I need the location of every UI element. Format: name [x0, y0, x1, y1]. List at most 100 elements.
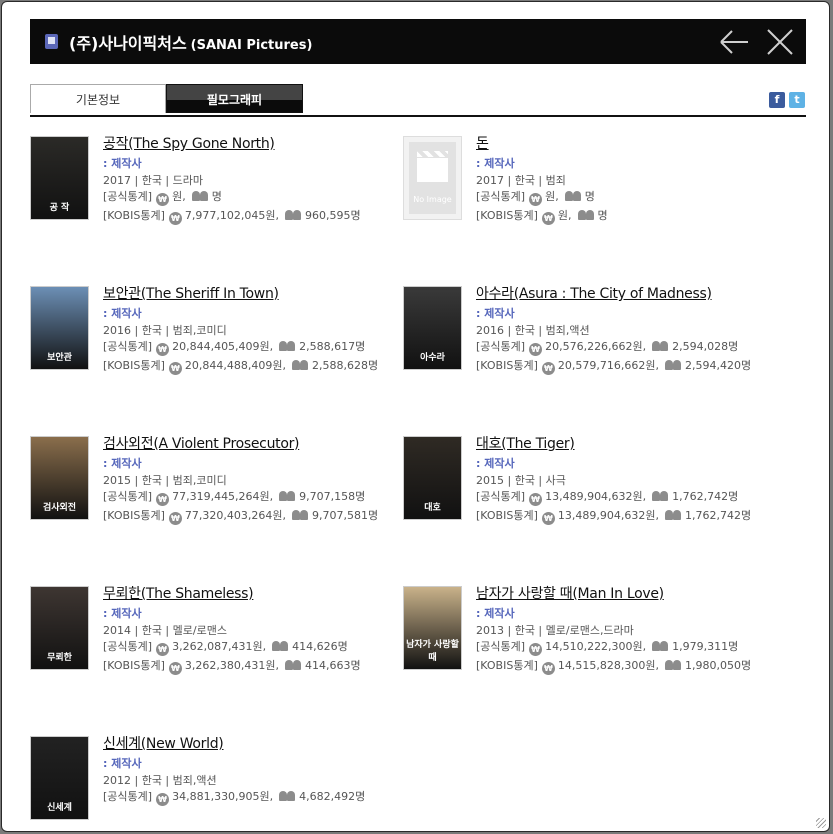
- official-revenue: 3,262,087,431원,: [172, 640, 267, 653]
- film-poster[interactable]: 남자가 사랑할 때: [403, 586, 462, 670]
- film-poster[interactable]: 검사외전: [30, 436, 89, 520]
- film-poster[interactable]: No Image: [403, 136, 462, 220]
- poster-title: 무뢰한: [47, 653, 72, 663]
- kobis-audience: 9,707,581명: [311, 509, 379, 522]
- kobis-revenue: 77,320,403,264원,: [184, 509, 286, 522]
- official-revenue: 13,489,904,632원,: [545, 490, 647, 503]
- film-item: 남자가 사랑할 때 남자가 사랑할 때(Man In Love) : 제작사 2…: [403, 586, 773, 676]
- film-title-link[interactable]: 무뢰한(The Shameless): [103, 586, 403, 602]
- official-audience: 4,682,492명: [299, 790, 366, 803]
- film-item: 대호 대호(The Tiger) : 제작사 2015 | 한국 | 사극 [공…: [403, 436, 773, 526]
- won-icon: ₩: [156, 193, 170, 206]
- film-title-link[interactable]: 보안관(The Sheriff In Town): [103, 286, 403, 302]
- kobis-stats: [KOBIS통계] ₩77,320,403,264원, 9,707,581명: [103, 509, 403, 525]
- official-audience: 2,594,028명: [672, 340, 739, 353]
- film-title-link[interactable]: 아수라(Asura : The City of Madness): [476, 286, 776, 302]
- film-poster[interactable]: 아수라: [403, 286, 462, 370]
- film-meta: 2017 | 한국 | 범죄: [476, 174, 566, 187]
- resize-grip-icon[interactable]: [816, 818, 826, 828]
- facebook-share-icon[interactable]: f: [769, 92, 785, 108]
- film-info: 대호(The Tiger) : 제작사 2015 | 한국 | 사극 [공식통계…: [476, 436, 776, 525]
- audience-icon: [284, 660, 302, 670]
- film-item: 아수라 아수라(Asura : The City of Madness) : 제…: [403, 286, 773, 376]
- official-audience: 2,588,617명: [299, 340, 366, 353]
- tab-basic-info[interactable]: 기본정보: [30, 84, 166, 113]
- audience-icon: [279, 491, 296, 501]
- audience-icon: [279, 341, 296, 351]
- official-label: [공식통계]: [476, 490, 526, 503]
- film-meta: 2015 | 한국 | 범죄,코미디: [103, 474, 227, 487]
- film-poster[interactable]: 대호: [403, 436, 462, 520]
- film-info: 무뢰한(The Shameless) : 제작사 2014 | 한국 | 멜로/…: [103, 586, 403, 675]
- kobis-label: [KOBIS통계]: [476, 509, 538, 522]
- official-revenue: 77,319,445,264원,: [172, 490, 274, 503]
- film-title-link[interactable]: 대호(The Tiger): [476, 436, 776, 452]
- film-title-link[interactable]: 검사외전(A Violent Prosecutor): [103, 436, 403, 452]
- official-stats: [공식통계] ₩20,844,405,409원, 2,588,617명: [103, 340, 403, 356]
- film-role: : 제작사: [476, 607, 515, 620]
- kobis-label: [KOBIS통계]: [476, 209, 538, 222]
- film-title-link[interactable]: 돈: [476, 136, 776, 152]
- poster-title: 대호: [424, 503, 441, 513]
- won-icon: ₩: [529, 193, 543, 206]
- official-label: [공식통계]: [103, 790, 153, 803]
- twitter-share-icon[interactable]: t: [789, 92, 805, 108]
- poster-title: 신세계: [47, 803, 72, 813]
- official-label: [공식통계]: [476, 640, 526, 653]
- film-info: 검사외전(A Violent Prosecutor) : 제작사 2015 | …: [103, 436, 403, 525]
- official-audience: 414,626명: [292, 640, 348, 653]
- film-poster[interactable]: 공 작: [30, 136, 89, 220]
- film-item: 공 작 공작(The Spy Gone North) : 제작사 2017 | …: [30, 136, 400, 226]
- kobis-label: [KOBIS통계]: [103, 509, 165, 522]
- film-title-link[interactable]: 공작(The Spy Gone North): [103, 136, 403, 152]
- film-title-link[interactable]: 신세계(New World): [103, 736, 403, 752]
- company-icon: [45, 34, 58, 49]
- audience-icon: [652, 641, 669, 651]
- audience-icon: [577, 210, 595, 220]
- kobis-revenue: 20,579,716,662원,: [557, 359, 659, 372]
- won-icon: ₩: [541, 512, 555, 525]
- film-info: 신세계(New World) : 제작사 2012 | 한국 | 범죄,액션 […: [103, 736, 403, 806]
- official-audience: 명: [584, 190, 595, 203]
- film-item: 검사외전 검사외전(A Violent Prosecutor) : 제작사 20…: [30, 436, 400, 526]
- kobis-audience: 2,588,628명: [311, 359, 379, 372]
- official-audience: 1,979,311명: [672, 640, 739, 653]
- film-title-link[interactable]: 남자가 사랑할 때(Man In Love): [476, 586, 776, 602]
- filmography-popup: (주)사나이픽처스 (SANAI Pictures) 기본정보 필모그래피 f t…: [1, 1, 830, 832]
- official-stats: [공식통계] ₩20,576,226,662원, 2,594,028명: [476, 340, 776, 356]
- kobis-audience: 명: [597, 209, 608, 222]
- official-revenue: 원,: [172, 190, 186, 203]
- official-label: [공식통계]: [103, 640, 153, 653]
- audience-icon: [191, 191, 209, 201]
- poster-title: 보안관: [47, 353, 72, 363]
- official-audience: 1,762,742명: [672, 490, 739, 503]
- kobis-stats: [KOBIS통계] ₩14,515,828,300원, 1,980,050명: [476, 659, 776, 675]
- film-poster[interactable]: 보안관: [30, 286, 89, 370]
- won-icon: ₩: [156, 643, 170, 656]
- poster-title: 공 작: [49, 203, 70, 213]
- won-icon: ₩: [168, 362, 182, 375]
- film-item: No Image 돈 : 제작사 2017 | 한국 | 범죄 [공식통계] ₩ 원…: [403, 136, 773, 226]
- close-icon[interactable]: [765, 27, 795, 57]
- kobis-revenue: 7,977,102,045원,: [184, 209, 279, 222]
- film-meta: 2014 | 한국 | 멜로/로맨스: [103, 624, 227, 637]
- tab-filmography[interactable]: 필모그래피: [166, 84, 303, 113]
- film-poster[interactable]: 신세계: [30, 736, 89, 820]
- audience-icon: [284, 210, 302, 220]
- kobis-revenue: 20,844,488,409원,: [184, 359, 286, 372]
- film-meta: 2015 | 한국 | 사극: [476, 474, 566, 487]
- film-poster[interactable]: 무뢰한: [30, 586, 89, 670]
- title-bar: (주)사나이픽처스 (SANAI Pictures): [30, 19, 806, 64]
- kobis-stats: [KOBIS통계] ₩20,844,488,409원, 2,588,628명: [103, 359, 403, 375]
- kobis-audience: 414,663명: [304, 659, 361, 672]
- no-image-placeholder-icon: No Image: [409, 142, 456, 214]
- kobis-label: [KOBIS통계]: [476, 659, 538, 672]
- won-icon: ₩: [529, 643, 543, 656]
- film-role: : 제작사: [103, 757, 142, 770]
- film-info: 돈 : 제작사 2017 | 한국 | 범죄 [공식통계] ₩ 원, 명 [KOBIS…: [476, 136, 776, 225]
- won-icon: ₩: [541, 362, 555, 375]
- audience-icon: [564, 191, 582, 201]
- won-icon: ₩: [168, 212, 182, 225]
- kobis-label: [KOBIS통계]: [476, 359, 538, 372]
- back-arrow-icon[interactable]: [718, 27, 750, 57]
